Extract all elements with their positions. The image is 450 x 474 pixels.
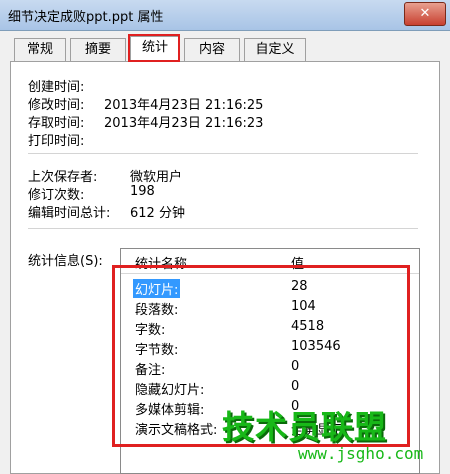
tab-general[interactable]: 常规 [14, 38, 66, 61]
watermark-text: 技术员联盟 [222, 408, 388, 446]
separator [28, 228, 418, 229]
close-button[interactable]: ✕ [404, 2, 446, 26]
printed-label: 打印时间: [28, 134, 85, 149]
last-saved-value: 微软用户 [130, 170, 183, 185]
tab-contents[interactable]: 内容 [184, 38, 240, 61]
separator [28, 153, 418, 154]
title-bar: 细节决定成败ppt.ppt 属性 ✕ [0, 0, 450, 31]
edit-time-value: 612 分钟 [130, 206, 185, 221]
close-icon: ✕ [419, 6, 431, 21]
modified-value: 2013年4月23日 21:16:25 [104, 98, 264, 113]
revision-value: 198 [130, 184, 155, 199]
watermark-url: www.jsgho.com [298, 444, 424, 463]
accessed-label: 存取时间: [28, 116, 85, 131]
modified-label: 修改时间: [28, 98, 85, 113]
revision-label: 修订次数: [28, 188, 85, 203]
tab-summary[interactable]: 摘要 [70, 38, 126, 61]
edit-time-label: 编辑时间总计: [28, 206, 111, 221]
statistics-label: 统计信息(S): [28, 254, 103, 269]
tab-custom[interactable]: 自定义 [244, 38, 306, 61]
tab-highlight-box [128, 34, 180, 62]
tab-strip: 常规 摘要 统计 内容 自定义 [0, 36, 450, 62]
last-saved-label: 上次保存者: [28, 170, 98, 185]
window-title: 细节决定成败ppt.ppt 属性 [8, 10, 164, 25]
created-label: 创建时间: [28, 80, 85, 95]
accessed-value: 2013年4月23日 21:16:23 [104, 116, 264, 131]
